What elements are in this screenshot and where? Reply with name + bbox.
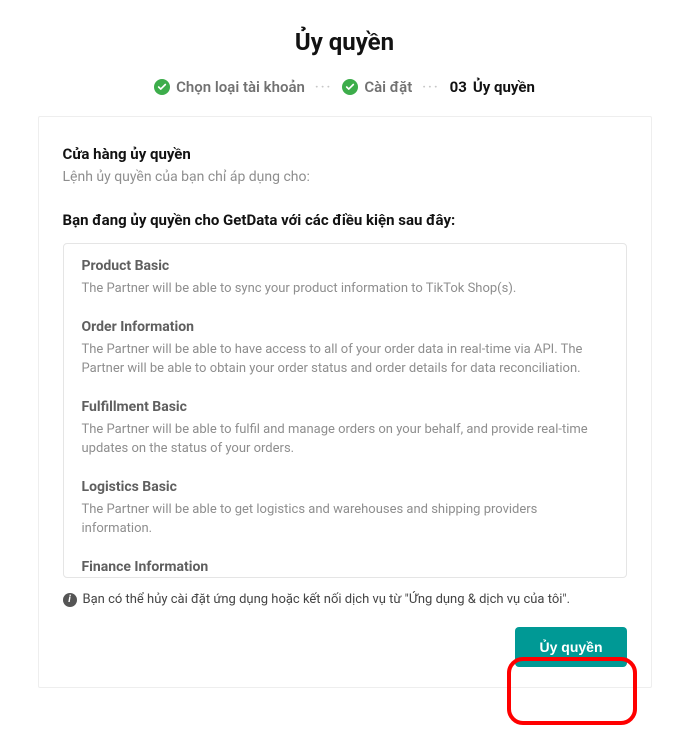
permission-item: Fulfillment Basic The Partner will be abl… <box>82 399 608 459</box>
permission-title: Finance Information <box>82 559 608 575</box>
permission-desc: The Partner will be able to fulfil and m… <box>82 420 608 459</box>
step-authorize: 03 Ủy quyền <box>450 78 535 96</box>
permission-item: Logistics Basic The Partner will be able … <box>82 479 608 539</box>
permission-title: Product Basic <box>82 258 608 274</box>
conditions-title: Bạn đang ủy quyền cho GetData với các đi… <box>63 211 627 229</box>
authorize-card: Cửa hàng ủy quyền Lệnh ủy quyền của bạn … <box>38 116 652 688</box>
permission-item: Finance Information <box>82 559 608 575</box>
authorize-button[interactable]: Ủy quyền <box>515 627 626 667</box>
permission-title: Fulfillment Basic <box>82 399 608 415</box>
card-subtext: Lệnh ủy quyền của bạn chỉ áp dụng cho: <box>63 169 627 185</box>
page-title: Ủy quyền <box>0 28 689 56</box>
step-account-type: Chọn loại tài khoản <box>154 78 305 96</box>
step-label: Ủy quyền <box>473 78 535 96</box>
step-separator: ··· <box>313 80 334 95</box>
footer-info: i Bạn có thể hủy cài đặt ứng dụng hoặc k… <box>63 592 627 607</box>
permission-item: Order Information The Partner will be abl… <box>82 319 608 379</box>
permission-item: Product Basic The Partner will be able to… <box>82 258 608 299</box>
info-icon: i <box>63 593 77 607</box>
check-icon <box>154 79 170 95</box>
permissions-scroll[interactable]: Product Basic The Partner will be able to… <box>64 244 626 577</box>
check-icon <box>342 79 358 95</box>
permission-title: Logistics Basic <box>82 479 608 495</box>
step-label: Cài đặt <box>364 78 412 96</box>
card-heading: Cửa hàng ủy quyền <box>63 145 627 163</box>
permissions-panel: Product Basic The Partner will be able to… <box>63 243 627 578</box>
step-label: Chọn loại tài khoản <box>176 78 305 96</box>
permission-title: Order Information <box>82 319 608 335</box>
permission-desc: The Partner will be able to get logistic… <box>82 500 608 539</box>
footer-info-text: Bạn có thể hủy cài đặt ứng dụng hoặc kết… <box>83 592 571 607</box>
stepper: Chọn loại tài khoản ··· Cài đặt ··· 03 Ủ… <box>0 78 689 96</box>
step-settings: Cài đặt <box>342 78 412 96</box>
step-number: 03 <box>450 78 467 96</box>
permission-desc: The Partner will be able to sync your pr… <box>82 279 608 299</box>
step-separator: ··· <box>420 80 441 95</box>
permission-desc: The Partner will be able to have access … <box>82 340 608 379</box>
